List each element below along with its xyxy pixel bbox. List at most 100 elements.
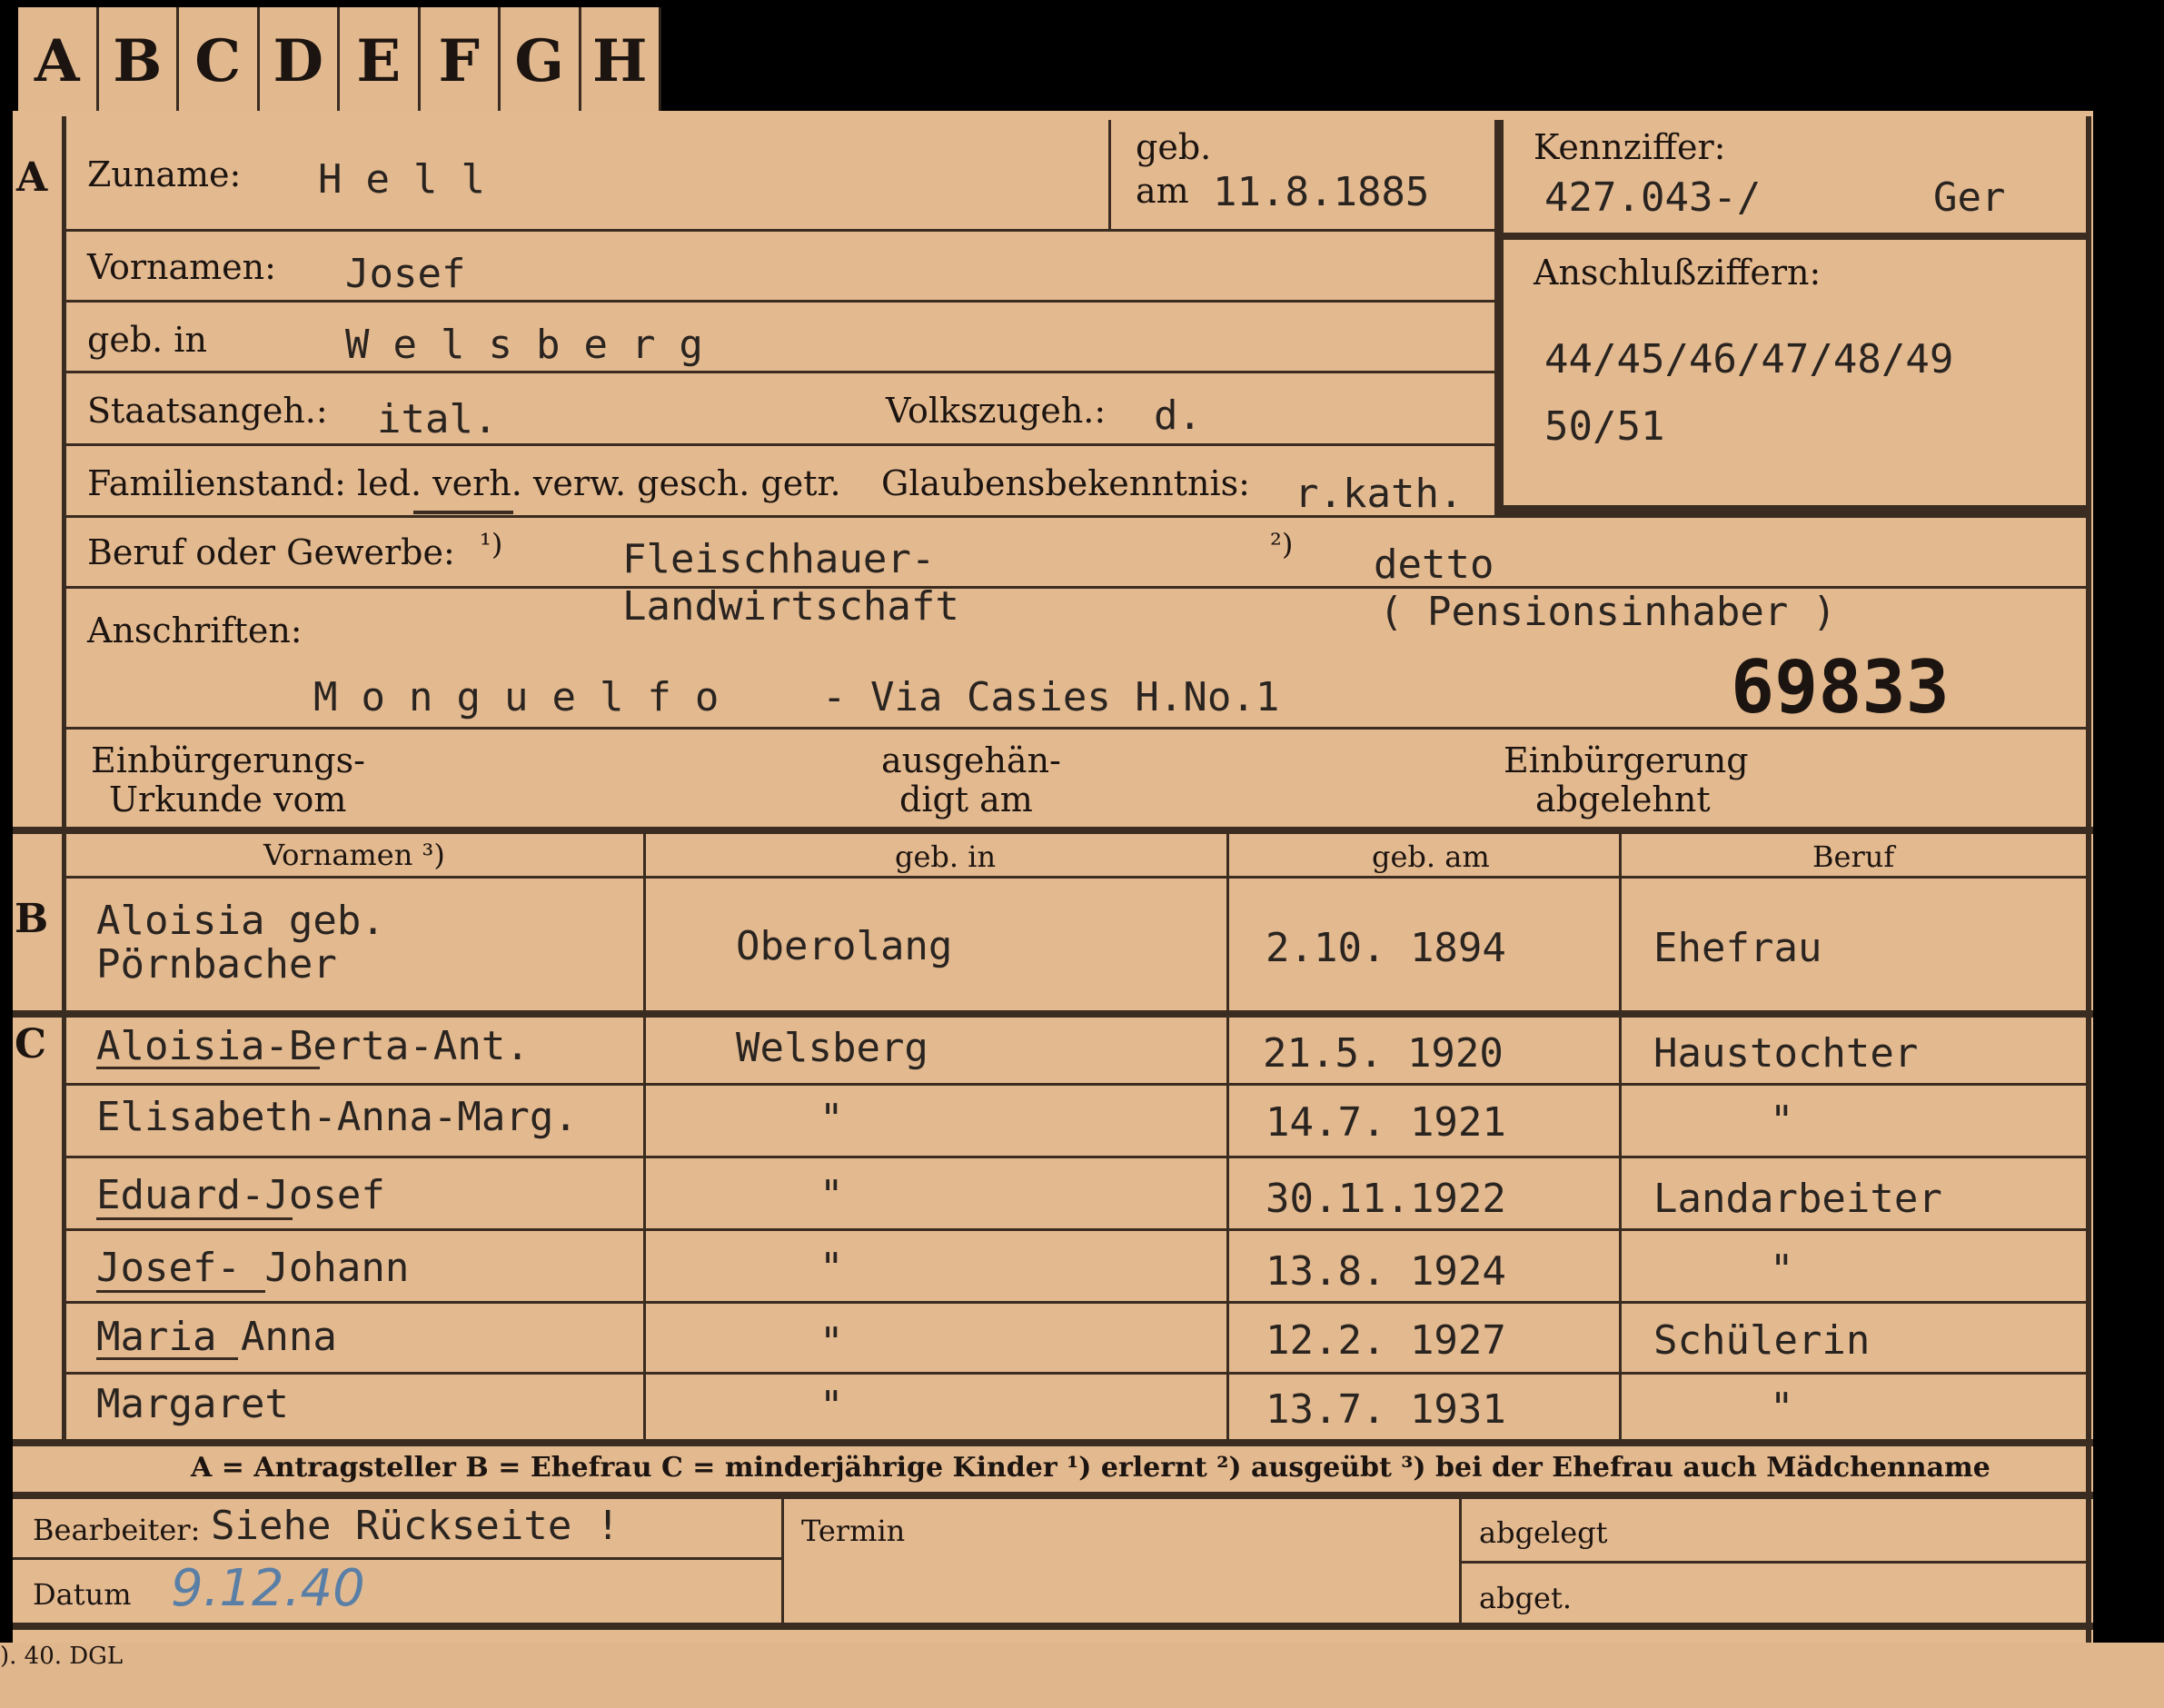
- child-gebin: ": [819, 1319, 844, 1365]
- datum-label: Datum: [33, 1577, 132, 1612]
- row-rule: [65, 1083, 2090, 1086]
- legend-bottom-rule: [13, 1492, 2093, 1499]
- footer-rule: [13, 1557, 783, 1560]
- staat-label: Staatsangeh.:: [87, 391, 328, 431]
- beruf1-line2: Landwirtschaft: [622, 583, 959, 630]
- footer-divider: [781, 1497, 784, 1624]
- rule: [65, 229, 1496, 232]
- glauben-label: Glaubensbekenntnis:: [881, 463, 1250, 503]
- child-name: Eduard-Josef: [96, 1172, 385, 1218]
- row-rule: [65, 1156, 2090, 1158]
- child-gebam: 13.8. 1924: [1266, 1248, 1506, 1295]
- section-a-marker: A: [16, 154, 48, 201]
- einb-label-1: Einbürgerungs-: [91, 740, 365, 780]
- child-beruf: Haustochter: [1653, 1030, 1919, 1077]
- child-gebin: ": [819, 1383, 844, 1429]
- row-rule: [65, 1372, 2090, 1375]
- vornamen-label: Vornamen:: [87, 247, 276, 287]
- child-name-underline: [96, 1357, 238, 1360]
- col-divider: [643, 830, 646, 1443]
- wife-gebin: Oberolang: [736, 923, 953, 969]
- beruf2-line1: detto: [1374, 541, 1494, 588]
- abgelegt-label: abgelegt: [1479, 1515, 1608, 1550]
- am-label: am: [1136, 171, 1189, 211]
- footer-bottom-rule: [13, 1623, 2093, 1630]
- col-gebam: geb. am: [1372, 839, 1490, 874]
- einb-label-2: Urkunde vom: [109, 780, 347, 819]
- col-beruf: Beruf: [1812, 839, 1895, 874]
- child-beruf: Landarbeiter: [1653, 1176, 1942, 1222]
- familienstand-label: Familienstand: led. verh. verw. gesch. g…: [87, 463, 841, 503]
- abgel-label-1: Einbürgerung: [1504, 740, 1749, 780]
- footnote-2: ²): [1270, 527, 1294, 561]
- geb-am-value: 11.8.1885: [1213, 169, 1430, 215]
- col-divider: [1226, 830, 1229, 1443]
- gebin-value: Welsberg: [345, 322, 727, 368]
- verh-underline: [413, 511, 513, 514]
- child-gebam: 21.5. 1920: [1263, 1030, 1504, 1077]
- header-rule: [65, 876, 2090, 879]
- volk-value: d.: [1154, 392, 1202, 439]
- tab-e: E: [340, 7, 421, 114]
- card-number: 69833: [1731, 645, 1950, 730]
- anschluss-line2: 50/51: [1544, 403, 1665, 450]
- child-gebam: 13.7. 1931: [1266, 1386, 1506, 1433]
- kennziffer-suffix: Ger: [1933, 174, 2006, 221]
- tab-h: H: [592, 26, 648, 95]
- child-gebin: ": [819, 1245, 844, 1291]
- child-name-underline: [96, 1217, 293, 1220]
- geb-divider: [1108, 120, 1111, 229]
- tab-b: B: [99, 7, 179, 114]
- tab-d: D: [260, 7, 340, 114]
- ausgeh-label-2: digt am: [899, 780, 1033, 819]
- tab-a: A: [18, 7, 99, 114]
- datum-handwritten: 9.12.40: [171, 1559, 365, 1618]
- rule: [65, 300, 1496, 303]
- row-rule: [65, 1228, 2090, 1231]
- tab-f: F: [421, 7, 501, 114]
- glauben-value: r.kath.: [1295, 471, 1464, 517]
- child-gebam: 12.2. 1927: [1266, 1317, 1506, 1364]
- col-gebin: geb. in: [895, 839, 997, 874]
- child-gebin: Welsberg: [736, 1025, 928, 1071]
- child-name: Josef- Johann: [96, 1245, 410, 1291]
- footnote-1: ¹): [480, 527, 503, 561]
- anschriften-label: Anschriften:: [87, 611, 303, 650]
- termin-label: Termin: [801, 1514, 906, 1548]
- child-gebin: ": [819, 1172, 844, 1218]
- adresse-rest: - Via Casies H.No.1: [822, 674, 1280, 720]
- child-beruf: ": [1770, 1097, 1794, 1144]
- wife-name-line2: Pörnbacher: [96, 941, 337, 988]
- ausgeh-label-1: ausgehän-: [881, 740, 1061, 780]
- bearbeiter-value: Siehe Rückseite !: [211, 1503, 620, 1549]
- beruf1-line1: Fleischhauer-: [622, 536, 936, 582]
- kennziffer-value: 427.043-/: [1544, 174, 1762, 221]
- kennziffer-label: Kennziffer:: [1534, 127, 1726, 167]
- child-name-underline: [96, 1290, 265, 1293]
- section-c-marker: C: [15, 1021, 47, 1068]
- card-bottom-strip: [0, 1643, 2164, 1708]
- wife-name-line1: Aloisia geb.: [96, 898, 385, 944]
- rule: [65, 515, 2090, 518]
- child-gebam: 14.7. 1921: [1266, 1099, 1506, 1146]
- wife-gebam: 2.10. 1894: [1266, 925, 1506, 971]
- vornamen-value: Josef: [345, 251, 466, 297]
- child-gebin: ": [819, 1096, 844, 1142]
- zuname-label: Zuname:: [87, 154, 242, 194]
- table-left-rule: [62, 830, 66, 1443]
- col-vornamen: Vornamen ³): [263, 838, 445, 872]
- print-code: ). 40. DGL: [0, 1643, 124, 1670]
- child-beruf: ": [1770, 1246, 1794, 1293]
- child-name: Aloisia-Berta-Ant.: [96, 1023, 530, 1069]
- geb-label: geb.: [1136, 127, 1212, 167]
- beruf-label: Beruf oder Gewerbe:: [87, 532, 455, 572]
- child-name: Maria Anna: [96, 1314, 337, 1360]
- wife-beruf: Ehefrau: [1653, 925, 1822, 971]
- child-beruf: ": [1770, 1385, 1794, 1431]
- row-rule: [65, 1301, 2090, 1304]
- anschluss-label: Anschlußziffern:: [1534, 253, 1822, 293]
- abget-label: abget.: [1479, 1581, 1573, 1615]
- section-b-bottom: [13, 1010, 2093, 1018]
- tab-c: C: [179, 7, 260, 114]
- rule: [65, 371, 1496, 373]
